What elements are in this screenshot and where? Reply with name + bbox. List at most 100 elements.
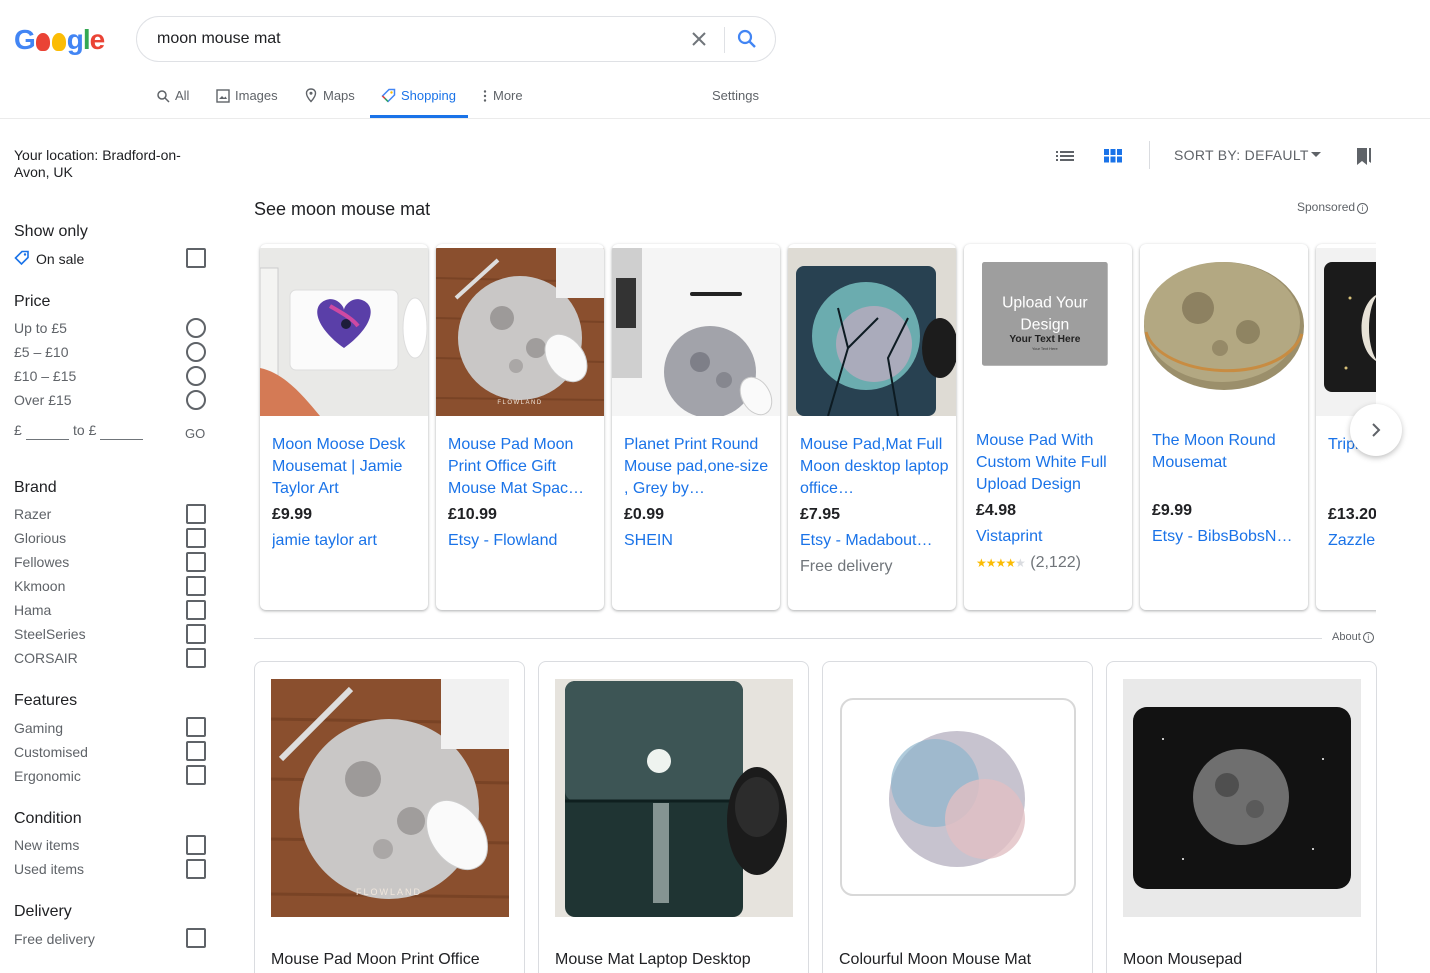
info-icon[interactable]: i <box>1357 203 1369 214</box>
price-radio[interactable] <box>186 366 206 386</box>
product-card[interactable]: FLOWLAND Mouse Pad Moon Print Office Gif… <box>436 244 604 610</box>
result-card[interactable]: Moon Mousepad <box>1106 661 1377 973</box>
brand-option[interactable]: SteelSeries <box>14 626 86 642</box>
product-seller[interactable]: Etsy - BibsBobsN… <box>1152 528 1302 546</box>
brand-checkbox[interactable] <box>186 504 206 524</box>
product-title[interactable]: Planet Print Round Mouse pad,one-size , … <box>624 434 774 500</box>
feature-checkbox[interactable] <box>186 717 206 737</box>
delivery-checkbox[interactable] <box>186 928 206 948</box>
tab-images[interactable]: Images <box>216 80 278 118</box>
product-title[interactable]: Moon Moose Desk Mousemat | Jamie Taylor … <box>272 434 422 500</box>
brand-option[interactable]: Hama <box>14 602 51 618</box>
product-image <box>1140 248 1308 416</box>
sort-dropdown[interactable]: SORT BY: DEFAULT <box>1174 147 1309 163</box>
on-sale-checkbox[interactable] <box>186 248 206 268</box>
rating-row: ★★★★★ (2,122) <box>976 554 1081 572</box>
product-card[interactable]: Mouse Pad,Mat Full Moon desktop laptop o… <box>788 244 956 610</box>
brand-option[interactable]: Fellowes <box>14 554 69 570</box>
bookmark-icon[interactable] <box>1354 145 1374 167</box>
product-seller[interactable]: Etsy - Flowland <box>448 532 598 550</box>
result-image <box>839 679 1077 917</box>
brand-checkbox[interactable] <box>186 624 206 644</box>
brand-option[interactable]: Kkmoon <box>14 578 65 594</box>
price-option[interactable]: Up to £5 <box>14 320 67 336</box>
condition-option[interactable]: Used items <box>14 861 84 877</box>
feature-option[interactable]: Gaming <box>14 720 63 736</box>
condition-option[interactable]: New items <box>14 837 79 853</box>
price-option[interactable]: Over £15 <box>14 392 72 408</box>
product-title[interactable]: Mouse Pad Moon Print Office Gift Mouse M… <box>448 434 598 500</box>
price-radio[interactable] <box>186 390 206 410</box>
brand-checkbox[interactable] <box>186 528 206 548</box>
carousel-next-button[interactable] <box>1350 404 1402 456</box>
price-option[interactable]: £5 – £10 <box>14 344 69 360</box>
grid-view-icon[interactable] <box>1102 145 1124 167</box>
brand-checkbox[interactable] <box>186 576 206 596</box>
delivery-option[interactable]: Free delivery <box>14 931 95 947</box>
brand-option[interactable]: Razer <box>14 506 51 522</box>
tab-more[interactable]: More <box>482 80 523 118</box>
google-logo[interactable]: Ggle <box>14 24 105 56</box>
tab-label: Shopping <box>401 88 456 103</box>
tab-maps[interactable]: Maps <box>304 80 355 118</box>
product-seller[interactable]: Vistaprint <box>976 528 1126 546</box>
product-image <box>612 248 780 416</box>
product-image: Upload Your Design Your Text Here Your T… <box>982 262 1108 366</box>
result-title[interactable]: Mouse Mat Laptop Desktop <box>555 951 751 969</box>
product-card[interactable]: Upload Your Design Your Text Here Your T… <box>964 244 1132 610</box>
product-image: FLOWLAND <box>436 248 604 416</box>
price-radio[interactable] <box>186 318 206 338</box>
upload-text-1: Upload Your <box>1002 295 1088 312</box>
close-icon[interactable] <box>687 27 711 51</box>
tab-shopping[interactable]: Shopping <box>370 80 468 118</box>
feature-option[interactable]: Ergonomic <box>14 768 81 784</box>
result-card[interactable]: Mouse Mat Laptop Desktop <box>538 661 809 973</box>
feature-checkbox[interactable] <box>186 765 206 785</box>
brand-option[interactable]: CORSAIR <box>14 650 78 666</box>
product-card[interactable]: Planet Print Round Mouse pad,one-size , … <box>612 244 780 610</box>
brand-checkbox[interactable] <box>186 648 206 668</box>
on-sale-filter[interactable]: On sale <box>14 250 84 267</box>
brand-checkbox[interactable] <box>186 600 206 620</box>
location-text: Your location: Bradford-on-Avon, UK <box>14 147 181 180</box>
product-price: £10.99 <box>448 506 497 523</box>
feature-option[interactable]: Customised <box>14 744 88 760</box>
product-title[interactable]: Mouse Pad,Mat Full Moon desktop laptop o… <box>800 434 950 500</box>
price-max-input[interactable] <box>100 439 143 440</box>
watermark-text: FLOWLAND <box>497 400 542 406</box>
search-box <box>136 16 776 62</box>
price-min-input[interactable] <box>26 439 69 440</box>
header: Ggle All Images Maps Shopping Mor <box>0 0 1430 119</box>
product-card[interactable]: Moon Moose Desk Mousemat | Jamie Taylor … <box>260 244 428 610</box>
result-title[interactable]: Moon Mousepad <box>1123 951 1242 969</box>
condition-checkbox[interactable] <box>186 859 206 879</box>
result-title[interactable]: Mouse Pad Moon Print Office <box>271 951 480 969</box>
about-link[interactable]: About i <box>1332 631 1374 643</box>
info-icon: i <box>1362 632 1374 643</box>
result-card[interactable]: FLOWLAND Mouse Pad Moon Print Office <box>254 661 525 973</box>
search-icon[interactable] <box>735 27 759 51</box>
result-card[interactable]: Colourful Moon Mouse Mat <box>822 661 1093 973</box>
brand-checkbox[interactable] <box>186 552 206 572</box>
settings-link[interactable]: Settings <box>712 80 759 118</box>
product-seller[interactable]: SHEIN <box>624 532 774 550</box>
product-title[interactable]: Mouse Pad With Custom White Full Upload … <box>976 430 1126 496</box>
tab-label: All <box>175 88 190 103</box>
result-title[interactable]: Colourful Moon Mouse Mat <box>839 951 1031 969</box>
price-radio[interactable] <box>186 342 206 362</box>
product-title[interactable]: The Moon Round Mousemat <box>1152 430 1302 474</box>
list-view-icon[interactable] <box>1054 145 1076 167</box>
product-card[interactable]: The Moon Round Mousemat £9.99 Etsy - Bib… <box>1140 244 1308 610</box>
condition-checkbox[interactable] <box>186 835 206 855</box>
watermark-text: FLOWLAND <box>356 887 422 897</box>
product-seller[interactable]: Etsy - Madabout… <box>800 532 950 550</box>
brand-option[interactable]: Glorious <box>14 530 66 546</box>
product-seller[interactable]: Zazzle <box>1328 532 1376 550</box>
price-option[interactable]: £10 – £15 <box>14 368 76 384</box>
product-seller[interactable]: jamie taylor art <box>272 532 422 550</box>
search-input[interactable] <box>157 30 677 48</box>
price-go-button[interactable]: GO <box>185 426 205 441</box>
feature-checkbox[interactable] <box>186 741 206 761</box>
tab-all[interactable]: All <box>156 80 189 118</box>
review-count[interactable]: (2,122) <box>1030 554 1081 571</box>
